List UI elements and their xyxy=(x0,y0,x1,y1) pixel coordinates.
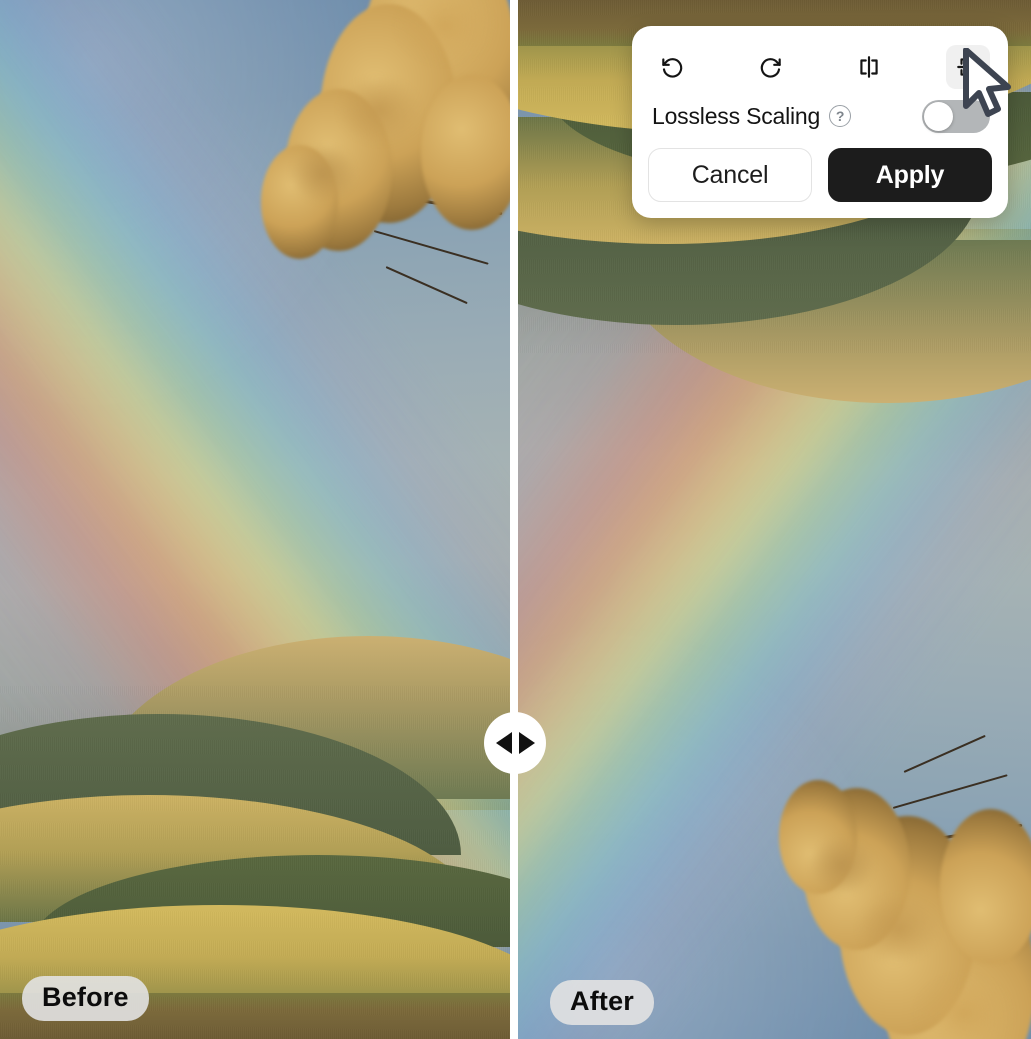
help-circle-icon[interactable]: ? xyxy=(829,105,852,127)
edit-popup-card: Lossless Scaling ? Cancel Apply xyxy=(632,26,1008,218)
before-label-chip: Before xyxy=(22,976,149,1021)
tree-foliage-fringe xyxy=(225,0,512,323)
photo-composition xyxy=(0,0,512,1039)
before-pane xyxy=(0,0,512,1039)
tree xyxy=(225,0,512,323)
toggle-knob xyxy=(924,101,953,131)
flip-vertical-icon xyxy=(957,58,979,76)
flip-horizontal-button[interactable] xyxy=(847,45,891,89)
triangle-right-icon xyxy=(518,732,535,754)
undo-icon xyxy=(662,58,683,78)
after-label-chip: After xyxy=(550,980,655,1025)
comparison-slider-handle[interactable] xyxy=(484,712,546,774)
triangle-left-icon xyxy=(495,732,512,754)
app-root: Before After Lossless Scaling ? Cancel A… xyxy=(0,0,1031,1039)
popup-actions: Cancel Apply xyxy=(646,136,994,202)
apply-button[interactable]: Apply xyxy=(828,148,992,202)
undo-button[interactable] xyxy=(650,45,694,89)
tree-foliage-fringe xyxy=(743,716,1031,1039)
lossless-scaling-row: Lossless Scaling ? xyxy=(646,92,994,136)
comparison-divider[interactable] xyxy=(510,0,518,1039)
before-image xyxy=(0,0,512,1039)
cancel-button[interactable]: Cancel xyxy=(648,148,812,202)
flip-vertical-button[interactable] xyxy=(945,45,990,89)
lossless-scaling-label: Lossless Scaling xyxy=(652,102,821,129)
redo-icon xyxy=(760,58,781,78)
lossless-scaling-label-group: Lossless Scaling ? xyxy=(652,102,852,130)
transform-toolbar xyxy=(646,40,994,92)
flip-horizontal-icon xyxy=(860,56,878,78)
redo-button[interactable] xyxy=(749,45,793,89)
lossless-scaling-toggle[interactable] xyxy=(922,99,990,133)
tree xyxy=(743,716,1031,1039)
